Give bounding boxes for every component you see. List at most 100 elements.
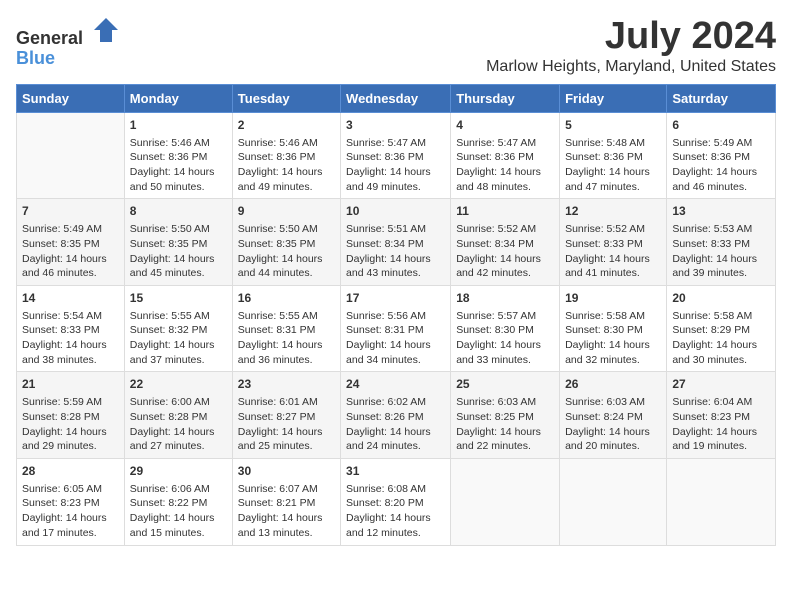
calendar-cell: 27Sunrise: 6:04 AMSunset: 8:23 PMDayligh… [667, 372, 776, 459]
cell-info: Daylight: 14 hours [456, 165, 554, 180]
calendar-cell: 30Sunrise: 6:07 AMSunset: 8:21 PMDayligh… [232, 458, 340, 545]
day-number: 29 [130, 463, 227, 480]
cell-info: and 32 minutes. [565, 353, 661, 368]
cell-info: and 38 minutes. [22, 353, 119, 368]
cell-info: Sunrise: 5:50 AM [130, 222, 227, 237]
logo-blue: Blue [16, 48, 55, 68]
day-number: 19 [565, 290, 661, 307]
cell-info: Daylight: 14 hours [130, 165, 227, 180]
cell-info: and 13 minutes. [238, 526, 335, 541]
cell-info: and 49 minutes. [238, 180, 335, 195]
cell-info: Sunset: 8:36 PM [130, 150, 227, 165]
cell-info: Sunrise: 6:03 AM [565, 395, 661, 410]
cell-info: and 45 minutes. [130, 266, 227, 281]
cell-info: Sunrise: 5:58 AM [672, 309, 770, 324]
cell-info: Sunset: 8:36 PM [346, 150, 445, 165]
cell-info: and 44 minutes. [238, 266, 335, 281]
calendar-cell: 24Sunrise: 6:02 AMSunset: 8:26 PMDayligh… [341, 372, 451, 459]
header-wednesday: Wednesday [341, 84, 451, 112]
cell-info: Daylight: 14 hours [22, 425, 119, 440]
calendar-cell: 9Sunrise: 5:50 AMSunset: 8:35 PMDaylight… [232, 199, 340, 286]
calendar-cell: 5Sunrise: 5:48 AMSunset: 8:36 PMDaylight… [560, 112, 667, 199]
calendar-week-row: 14Sunrise: 5:54 AMSunset: 8:33 PMDayligh… [17, 285, 776, 372]
cell-info: and 15 minutes. [130, 526, 227, 541]
cell-info: Sunset: 8:34 PM [456, 237, 554, 252]
cell-info: Daylight: 14 hours [130, 338, 227, 353]
header-saturday: Saturday [667, 84, 776, 112]
cell-info: Sunrise: 5:52 AM [565, 222, 661, 237]
calendar-cell: 17Sunrise: 5:56 AMSunset: 8:31 PMDayligh… [341, 285, 451, 372]
cell-info: Sunrise: 5:52 AM [456, 222, 554, 237]
cell-info: Sunset: 8:31 PM [346, 323, 445, 338]
calendar-cell: 15Sunrise: 5:55 AMSunset: 8:32 PMDayligh… [124, 285, 232, 372]
day-number: 17 [346, 290, 445, 307]
cell-info: and 33 minutes. [456, 353, 554, 368]
cell-info: Daylight: 14 hours [565, 252, 661, 267]
calendar-cell: 1Sunrise: 5:46 AMSunset: 8:36 PMDaylight… [124, 112, 232, 199]
cell-info: Sunset: 8:23 PM [22, 496, 119, 511]
cell-info: Sunrise: 5:55 AM [130, 309, 227, 324]
calendar-cell: 11Sunrise: 5:52 AMSunset: 8:34 PMDayligh… [451, 199, 560, 286]
cell-info: and 43 minutes. [346, 266, 445, 281]
day-number: 9 [238, 203, 335, 220]
calendar-header-row: SundayMondayTuesdayWednesdayThursdayFrid… [17, 84, 776, 112]
day-number: 26 [565, 376, 661, 393]
cell-info: Sunrise: 5:58 AM [565, 309, 661, 324]
cell-info: Daylight: 14 hours [238, 511, 335, 526]
cell-info: Daylight: 14 hours [346, 338, 445, 353]
cell-info: Sunset: 8:30 PM [565, 323, 661, 338]
cell-info: Daylight: 14 hours [456, 425, 554, 440]
page-header: General Blue July 2024 Marlow Heights, M… [16, 16, 776, 76]
day-number: 5 [565, 117, 661, 134]
cell-info: and 17 minutes. [22, 526, 119, 541]
header-monday: Monday [124, 84, 232, 112]
day-number: 7 [22, 203, 119, 220]
cell-info: Sunset: 8:23 PM [672, 410, 770, 425]
cell-info: Daylight: 14 hours [238, 252, 335, 267]
cell-info: Sunrise: 5:47 AM [456, 136, 554, 151]
header-tuesday: Tuesday [232, 84, 340, 112]
calendar-cell: 19Sunrise: 5:58 AMSunset: 8:30 PMDayligh… [560, 285, 667, 372]
cell-info: and 22 minutes. [456, 439, 554, 454]
cell-info: Sunrise: 6:07 AM [238, 482, 335, 497]
cell-info: and 29 minutes. [22, 439, 119, 454]
cell-info: Sunset: 8:29 PM [672, 323, 770, 338]
day-number: 18 [456, 290, 554, 307]
day-number: 28 [22, 463, 119, 480]
cell-info: Daylight: 14 hours [238, 425, 335, 440]
cell-info: Sunset: 8:25 PM [456, 410, 554, 425]
day-number: 20 [672, 290, 770, 307]
cell-info: and 37 minutes. [130, 353, 227, 368]
cell-info: Daylight: 14 hours [22, 252, 119, 267]
cell-info: Sunset: 8:28 PM [22, 410, 119, 425]
cell-info: Sunset: 8:36 PM [238, 150, 335, 165]
logo-icon [92, 16, 120, 44]
calendar-cell [17, 112, 125, 199]
cell-info: Sunrise: 6:04 AM [672, 395, 770, 410]
cell-info: Sunrise: 5:59 AM [22, 395, 119, 410]
calendar-cell: 6Sunrise: 5:49 AMSunset: 8:36 PMDaylight… [667, 112, 776, 199]
cell-info: Sunset: 8:35 PM [22, 237, 119, 252]
header-friday: Friday [560, 84, 667, 112]
calendar-cell: 21 Sunrise: 5:59 AMSunset: 8:28 PMDayligh… [17, 372, 125, 459]
day-number: 3 [346, 117, 445, 134]
calendar-cell [560, 458, 667, 545]
cell-info: and 39 minutes. [672, 266, 770, 281]
cell-info: Sunrise: 6:03 AM [456, 395, 554, 410]
day-number: 21 [22, 376, 119, 393]
calendar-cell [667, 458, 776, 545]
calendar-cell [451, 458, 560, 545]
day-number: 22 [130, 376, 227, 393]
cell-info: Sunrise: 6:01 AM [238, 395, 335, 410]
cell-info: Sunset: 8:35 PM [238, 237, 335, 252]
cell-info: Sunrise: 5:49 AM [672, 136, 770, 151]
cell-info: Daylight: 14 hours [238, 338, 335, 353]
cell-info: and 34 minutes. [346, 353, 445, 368]
cell-info: Sunrise: 5:51 AM [346, 222, 445, 237]
cell-info: Sunset: 8:34 PM [346, 237, 445, 252]
cell-info: and 49 minutes. [346, 180, 445, 195]
cell-info: Sunrise: 6:08 AM [346, 482, 445, 497]
calendar-cell: 16Sunrise: 5:55 AMSunset: 8:31 PMDayligh… [232, 285, 340, 372]
cell-info: and 42 minutes. [456, 266, 554, 281]
cell-info: Sunset: 8:36 PM [672, 150, 770, 165]
